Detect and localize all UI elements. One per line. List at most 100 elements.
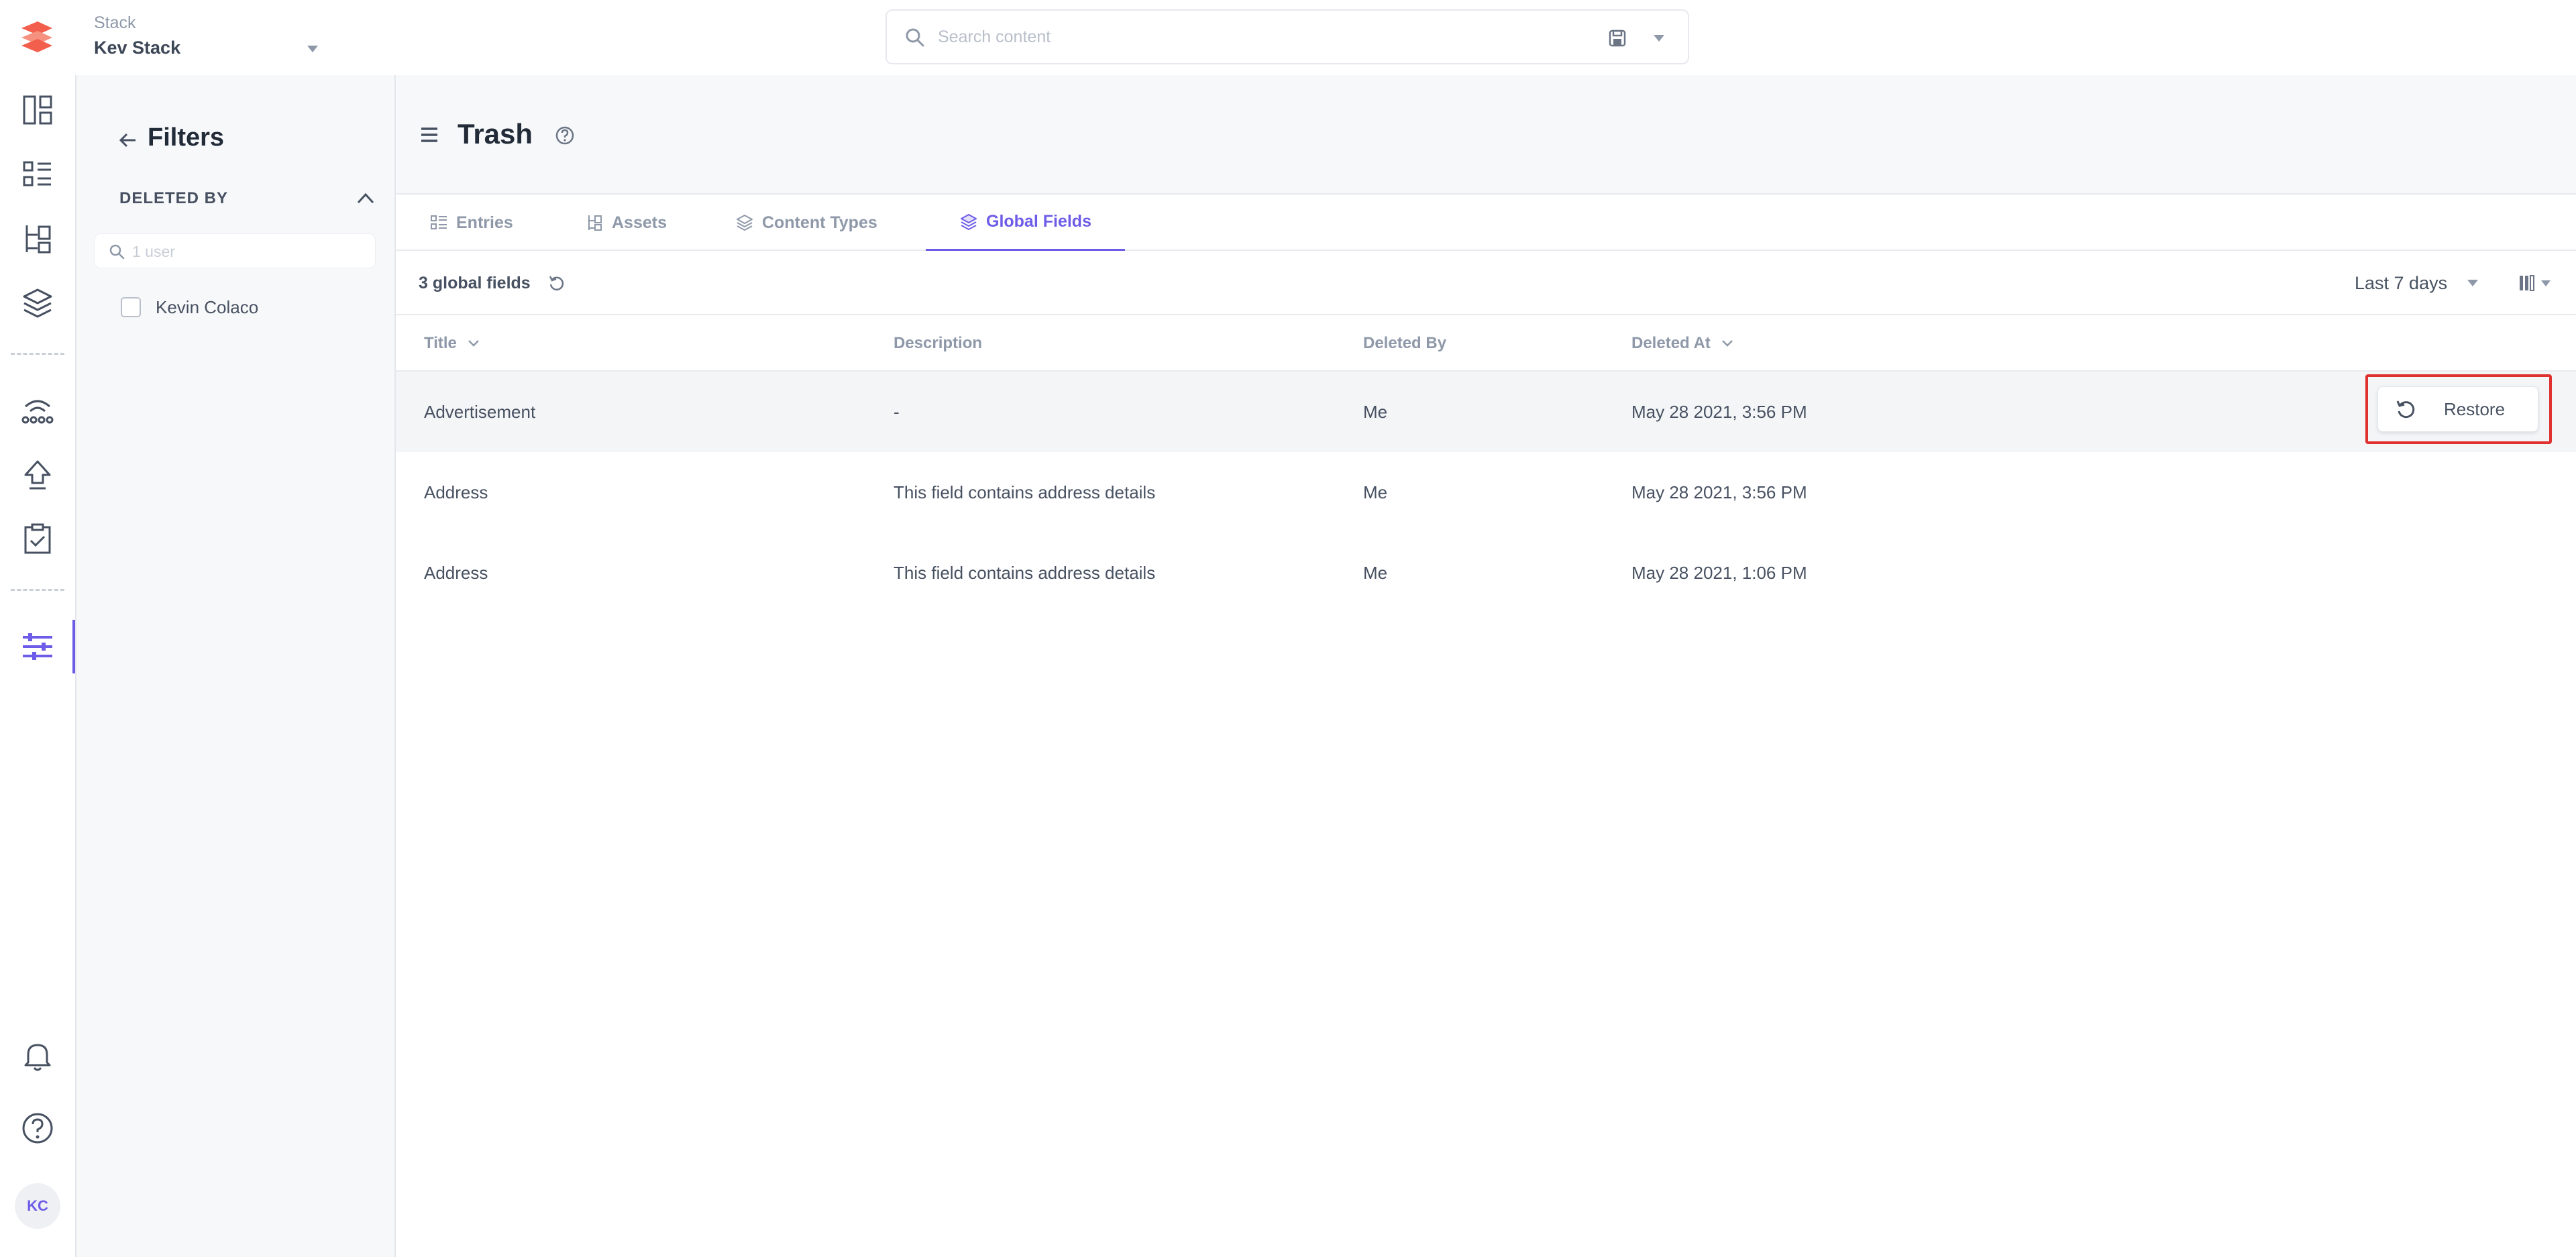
tab-label: Assets — [612, 213, 667, 232]
cell-deleted-by: Me — [1363, 482, 1388, 502]
filter-option-user[interactable]: Kevin Colaco — [121, 294, 258, 321]
filters-title: Filters — [148, 123, 225, 152]
entries-nav[interactable] — [0, 148, 75, 201]
tab-global-fields[interactable]: Global Fields — [926, 195, 1125, 251]
restore-icon — [2396, 400, 2415, 419]
stack-switcher[interactable]: Stack Kev Stack — [94, 12, 322, 63]
deployments-nav[interactable] — [0, 448, 75, 502]
stack-label: Stack — [94, 13, 136, 32]
caret-down-icon — [307, 46, 318, 52]
checkbox[interactable] — [121, 297, 141, 317]
date-range-dropdown[interactable]: Last 7 days — [2355, 267, 2479, 299]
trash-table: Title Description Deleted By Deleted At … — [396, 315, 2576, 613]
dashboard-icon — [23, 95, 52, 125]
cell-title: Address — [424, 562, 488, 583]
cell-title: Advertisement — [424, 401, 536, 422]
user-avatar[interactable]: KC — [15, 1183, 60, 1229]
dashboard-nav[interactable] — [0, 83, 75, 137]
settings-nav[interactable] — [0, 620, 75, 673]
content-types-icon — [737, 215, 753, 231]
sliders-icon — [23, 633, 52, 660]
rail-divider — [11, 589, 64, 591]
caret-down-icon — [2467, 280, 2479, 286]
page-header: Trash — [396, 75, 2576, 195]
column-header-deleted-at[interactable]: Deleted At — [1631, 315, 1736, 372]
chevron-down-icon — [1721, 340, 1733, 347]
table-row[interactable]: Advertisement - Me May 28 2021, 3:56 PM … — [396, 372, 2576, 452]
search-icon — [109, 244, 125, 260]
assets-layers-icon — [23, 288, 52, 318]
date-range-value: Last 7 days — [2355, 272, 2448, 293]
cell-title: Address — [424, 482, 488, 502]
active-nav-indicator — [72, 620, 75, 673]
tab-entries[interactable]: Entries — [396, 195, 547, 251]
user-filter-input[interactable] — [132, 239, 360, 264]
question-circle-icon — [22, 1113, 53, 1144]
bell-icon — [24, 1044, 51, 1071]
back-arrow-icon[interactable] — [117, 129, 140, 152]
tab-label: Entries — [456, 213, 513, 232]
deleted-by-section-label: DELETED BY — [119, 189, 229, 207]
cell-deleted-by: Me — [1363, 401, 1388, 422]
tab-content-types[interactable]: Content Types — [702, 195, 911, 251]
table-row[interactable]: Address This field contains address deta… — [396, 533, 2576, 613]
cell-description: - — [894, 401, 900, 422]
entries-icon — [23, 161, 51, 186]
tasks-nav[interactable] — [0, 512, 75, 566]
cell-deleted-at: May 28 2021, 3:56 PM — [1631, 401, 1807, 422]
filters-panel: Filters DELETED BY Kevin Colaco — [76, 75, 396, 1257]
user-filter-search — [94, 233, 376, 268]
assets-icon — [588, 215, 602, 231]
content-models-nav[interactable] — [0, 212, 75, 266]
stack-name: Kev Stack — [94, 38, 181, 58]
search-input[interactable] — [938, 20, 1542, 54]
upload-arrow-icon — [24, 460, 51, 490]
cell-description: This field contains address details — [894, 562, 1156, 583]
tab-label: Global Fields — [986, 212, 1091, 231]
table-header: Title Description Deleted By Deleted At — [396, 315, 2576, 372]
refresh-icon[interactable] — [547, 274, 566, 292]
assets-nav[interactable] — [0, 276, 75, 330]
cell-description: This field contains address details — [894, 482, 1156, 502]
column-selector[interactable] — [2517, 271, 2557, 295]
column-header-description: Description — [894, 315, 982, 372]
main-content: Trash Entries Assets Content Types Globa… — [396, 75, 2576, 1257]
column-label: Deleted At — [1631, 334, 1711, 352]
top-bar: Stack Kev Stack — [0, 0, 2576, 75]
page-title: Trash — [458, 118, 533, 150]
help-nav[interactable] — [0, 1101, 75, 1155]
columns-icon — [2520, 275, 2534, 291]
column-header-deleted-by: Deleted By — [1363, 315, 1446, 372]
releases-nav[interactable] — [0, 384, 75, 437]
table-row[interactable]: Address This field contains address deta… — [396, 452, 2576, 533]
filter-option-label: Kevin Colaco — [156, 296, 259, 317]
search-icon — [906, 28, 924, 47]
trash-tabs: Entries Assets Content Types Global Fiel… — [396, 195, 2576, 251]
list-toolbar: 3 global fields Last 7 days — [396, 251, 2576, 315]
column-label: Deleted By — [1363, 334, 1447, 352]
global-fields-icon — [961, 213, 977, 230]
chevron-down-icon — [468, 340, 479, 347]
restore-label: Restore — [2444, 398, 2506, 419]
column-label: Description — [894, 334, 983, 352]
hamburger-menu-icon[interactable] — [419, 125, 440, 145]
tab-assets[interactable]: Assets — [551, 195, 700, 251]
contentstack-logo[interactable] — [17, 19, 56, 55]
caret-down-icon — [2541, 280, 2551, 286]
global-search — [885, 9, 1689, 64]
saved-searches-icon[interactable] — [1607, 28, 1627, 48]
cell-deleted-at: May 28 2021, 1:06 PM — [1631, 562, 1807, 583]
search-options-caret-icon[interactable] — [1654, 35, 1664, 42]
notifications-nav[interactable] — [0, 1029, 75, 1083]
result-count: 3 global fields — [419, 274, 531, 292]
chevron-up-icon[interactable] — [354, 188, 377, 208]
left-nav-rail: KC — [0, 75, 76, 1257]
column-header-title[interactable]: Title — [424, 315, 482, 372]
cell-deleted-by: Me — [1363, 562, 1388, 583]
content-models-icon — [25, 225, 51, 254]
restore-button[interactable]: Restore — [2377, 386, 2538, 432]
rail-divider — [11, 353, 64, 355]
entries-icon — [431, 215, 447, 229]
question-circle-icon[interactable] — [554, 125, 576, 146]
releases-icon — [21, 400, 54, 424]
